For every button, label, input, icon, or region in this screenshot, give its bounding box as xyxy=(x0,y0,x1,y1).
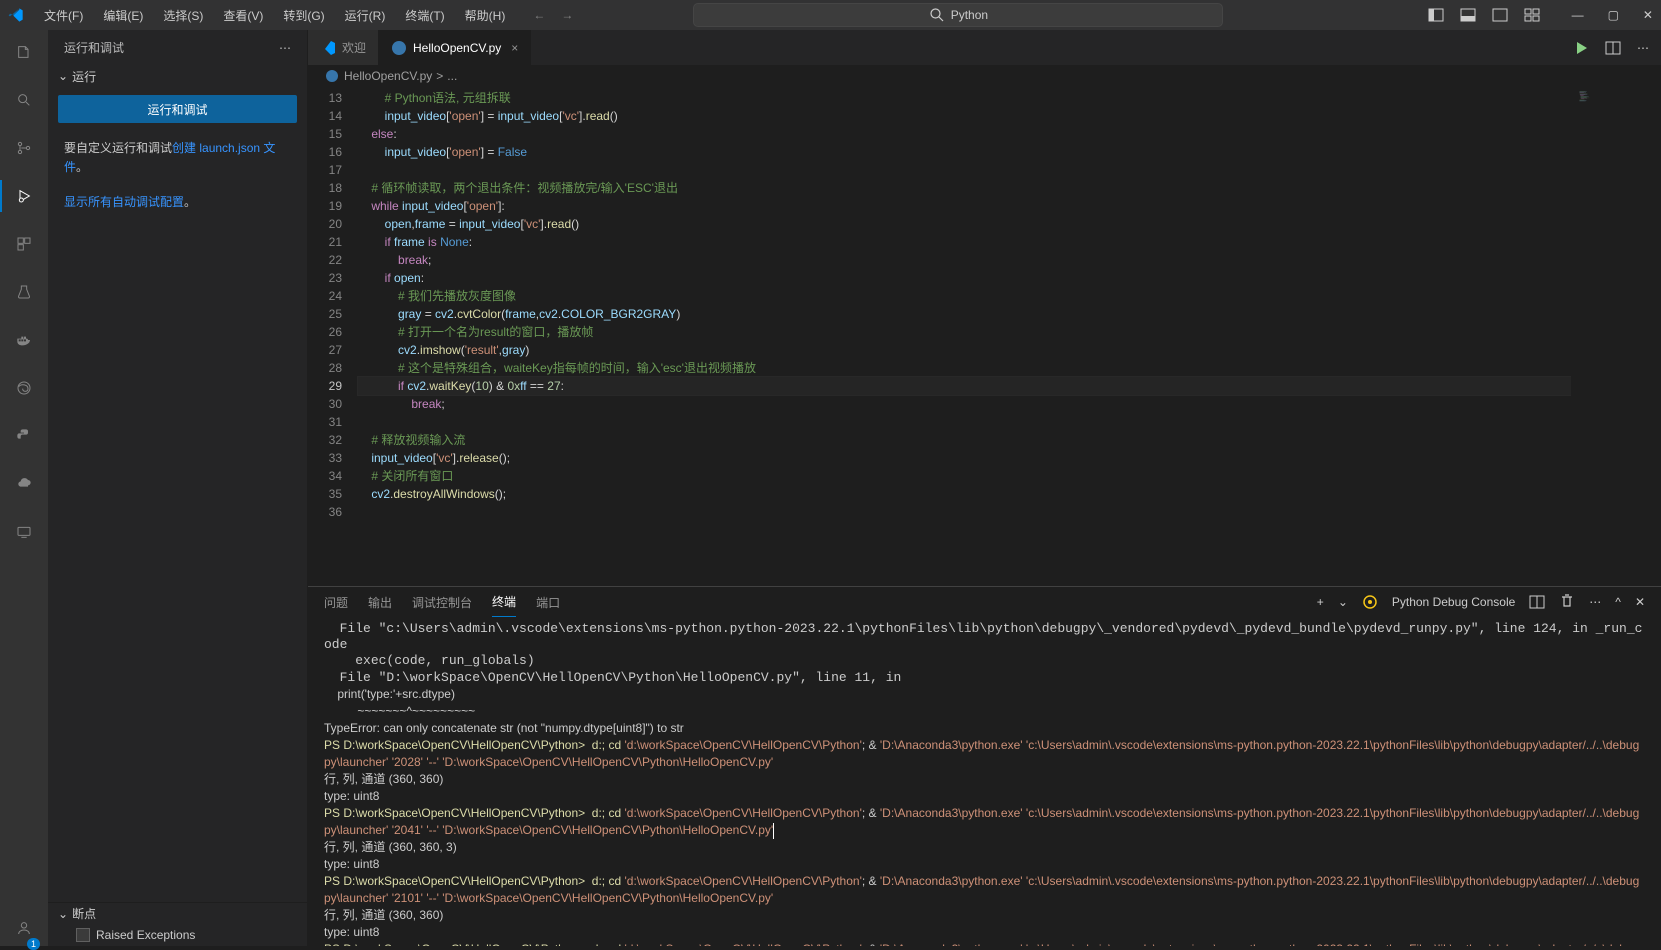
split-terminal-icon[interactable] xyxy=(1529,594,1545,610)
layout-left-icon[interactable] xyxy=(1428,7,1444,23)
command-center[interactable]: Python xyxy=(693,3,1223,27)
activity-edge[interactable] xyxy=(12,376,36,400)
checkbox-icon[interactable] xyxy=(76,928,90,942)
menu-view[interactable]: 查看(V) xyxy=(215,0,271,30)
chevron-down-icon: ⌄ xyxy=(58,69,68,83)
panel-more-icon[interactable]: ⋯ xyxy=(1589,595,1601,609)
activity-docker[interactable] xyxy=(12,328,36,352)
panel-tab-problems[interactable]: 问题 xyxy=(324,587,348,617)
activity-account[interactable]: 1 xyxy=(12,922,36,946)
maximize-panel-icon[interactable]: ^ xyxy=(1615,595,1621,609)
panel-tab-terminal[interactable]: 终端 xyxy=(492,587,516,617)
nav-back-icon[interactable]: ← xyxy=(533,8,545,22)
split-editor-icon[interactable] xyxy=(1605,40,1621,56)
activity-search[interactable] xyxy=(12,88,36,112)
python-file-icon xyxy=(391,40,407,56)
breakpoint-label: Raised Exceptions xyxy=(96,928,195,942)
section-run[interactable]: ⌄ 运行 xyxy=(58,65,297,87)
section-breakpoints[interactable]: ⌄ 断点 xyxy=(48,902,307,924)
menu-run[interactable]: 运行(R) xyxy=(337,0,394,30)
sidebar-header: 运行和调试 ⋯ xyxy=(48,30,307,65)
title-bar: 文件(F) 编辑(E) 选择(S) 查看(V) 转到(G) 运行(R) 终端(T… xyxy=(0,0,1661,30)
search-text: Python xyxy=(951,8,988,22)
close-tab-icon[interactable]: × xyxy=(511,41,518,55)
tab-file[interactable]: HelloOpenCV.py × xyxy=(379,30,531,65)
trash-icon[interactable] xyxy=(1559,593,1575,612)
nav-forward-icon[interactable]: → xyxy=(561,8,573,22)
menu-terminal[interactable]: 终端(T) xyxy=(397,0,452,30)
sidebar-custom-text: 要自定义运行和调试创建 launch.json 文件。 xyxy=(48,131,307,185)
vscode-logo-icon xyxy=(8,7,24,23)
vscode-icon xyxy=(320,40,336,56)
run-icon[interactable] xyxy=(1573,40,1589,56)
panel-tabs: 问题 输出 调试控制台 终端 端口 + ⌄ Python Debug Conso… xyxy=(308,587,1661,617)
editor-tabs: 欢迎 HelloOpenCV.py × ⋯ xyxy=(308,30,1661,65)
debug-console-icon xyxy=(1362,594,1378,610)
panel-tab-ports[interactable]: 端口 xyxy=(536,587,560,617)
layout-right-icon[interactable] xyxy=(1492,7,1508,23)
close-icon[interactable]: ✕ xyxy=(1643,8,1653,22)
section-run-label: 运行 xyxy=(72,68,96,85)
show-auto-debug-link[interactable]: 显示所有自动调试配置 xyxy=(64,195,184,209)
activity-python[interactable] xyxy=(12,424,36,448)
tab-welcome[interactable]: 欢迎 xyxy=(308,30,379,65)
terminal-cursor xyxy=(773,823,774,839)
menu-file[interactable]: 文件(F) xyxy=(36,0,91,30)
new-terminal-icon[interactable]: + xyxy=(1317,595,1324,609)
activity-extensions[interactable] xyxy=(12,232,36,256)
menu-go[interactable]: 转到(G) xyxy=(275,0,332,30)
maximize-icon[interactable]: ▢ xyxy=(1608,8,1619,22)
breakpoint-item[interactable]: Raised Exceptions xyxy=(48,924,307,946)
python-file-icon xyxy=(324,68,340,84)
activity-scm[interactable] xyxy=(12,136,36,160)
terminal-content[interactable]: File "c:\Users\admin\.vscode\extensions\… xyxy=(308,617,1661,946)
code-content[interactable]: # Python语法, 元组拆联 input_video['open'] = i… xyxy=(358,87,1571,586)
breadcrumb[interactable]: HelloOpenCV.py > ... xyxy=(308,65,1661,87)
layout-bottom-icon[interactable] xyxy=(1460,7,1476,23)
debug-console-label[interactable]: Python Debug Console xyxy=(1392,595,1515,609)
activity-cloud[interactable] xyxy=(12,472,36,496)
breadcrumb-file: HelloOpenCV.py xyxy=(344,69,432,83)
activity-remote[interactable] xyxy=(12,520,36,544)
activity-explorer[interactable] xyxy=(12,40,36,64)
editor-more-icon[interactable]: ⋯ xyxy=(1637,41,1649,55)
line-numbers: 1314151617181920212223242526272829303132… xyxy=(308,87,358,586)
run-and-debug-button[interactable]: 运行和调试 xyxy=(58,95,297,123)
sidebar: 运行和调试 ⋯ ⌄ 运行 运行和调试 要自定义运行和调试创建 launch.js… xyxy=(48,30,308,946)
layout-customize-icon[interactable] xyxy=(1524,7,1540,23)
bottom-panel: 问题 输出 调试控制台 终端 端口 + ⌄ Python Debug Conso… xyxy=(308,586,1661,946)
menu-help[interactable]: 帮助(H) xyxy=(457,0,514,30)
chevron-down-icon: ⌄ xyxy=(58,907,68,921)
panel-tab-debug[interactable]: 调试控制台 xyxy=(412,587,472,617)
terminal-dropdown-icon[interactable]: ⌄ xyxy=(1338,595,1348,609)
menu-edit[interactable]: 编辑(E) xyxy=(95,0,151,30)
breadcrumb-sep: > xyxy=(436,69,443,83)
breadcrumb-more: ... xyxy=(447,69,457,83)
editor-area: 欢迎 HelloOpenCV.py × ⋯ HelloOpenCV.py > .… xyxy=(308,30,1661,946)
activity-bar: 1 xyxy=(0,30,48,946)
activity-testing[interactable] xyxy=(12,280,36,304)
code-editor[interactable]: 1314151617181920212223242526272829303132… xyxy=(308,87,1661,586)
minimap[interactable] xyxy=(1571,87,1661,586)
tab-label: 欢迎 xyxy=(342,39,366,56)
menu-select[interactable]: 选择(S) xyxy=(155,0,211,30)
sidebar-title: 运行和调试 xyxy=(64,39,124,56)
close-panel-icon[interactable]: ✕ xyxy=(1635,595,1645,609)
panel-tab-output[interactable]: 输出 xyxy=(368,587,392,617)
section-breakpoints-label: 断点 xyxy=(72,905,96,922)
activity-run-debug[interactable] xyxy=(12,184,36,208)
search-icon xyxy=(929,7,945,23)
minimize-icon[interactable]: — xyxy=(1572,8,1584,22)
sidebar-more-icon[interactable]: ⋯ xyxy=(279,41,291,55)
tab-label: HelloOpenCV.py xyxy=(413,41,501,55)
